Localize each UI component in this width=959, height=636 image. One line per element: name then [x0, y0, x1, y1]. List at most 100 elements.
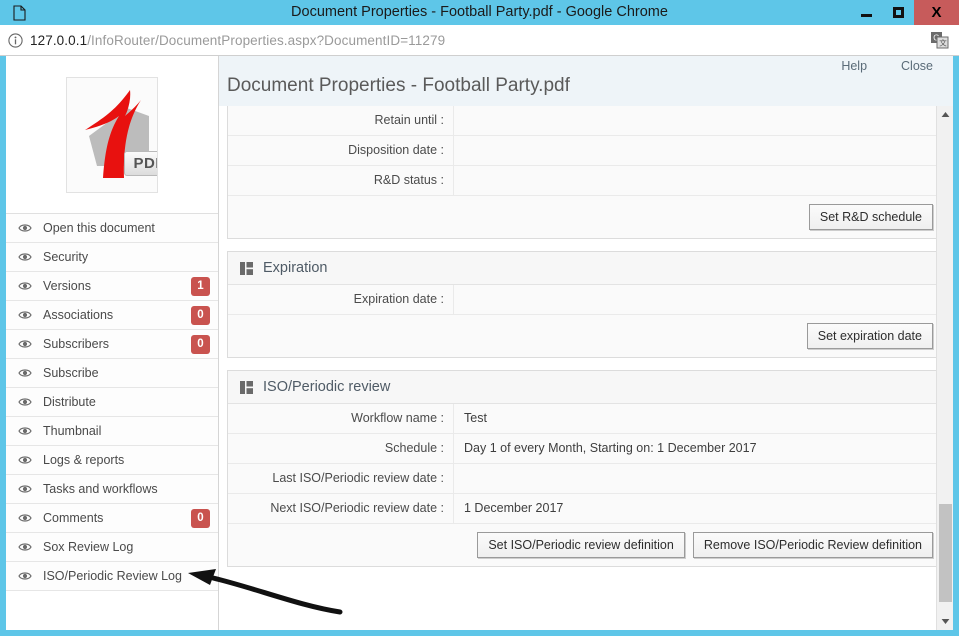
- sidebar-item-associations[interactable]: Associations 0: [6, 301, 218, 330]
- url-path: /InfoRouter/DocumentProperties.aspx?Docu…: [87, 32, 446, 48]
- main-content: Help Close Document Properties - Footbal…: [219, 56, 953, 630]
- sidebar-item-label: Versions: [43, 279, 91, 293]
- row-label: R&D status :: [228, 166, 454, 195]
- web-page: PDF Open this document Security: [6, 56, 953, 630]
- sidebar-item-label: Thumbnail: [43, 424, 102, 438]
- sidebar-item-open-this-document[interactable]: Open this document: [6, 214, 218, 243]
- translate-icon[interactable]: G 文: [930, 31, 949, 54]
- row-label: Schedule :: [228, 434, 454, 463]
- triangle-down-icon[interactable]: [937, 613, 953, 630]
- eye-icon: [18, 542, 32, 552]
- table-row: Next ISO/Periodic review date : 1 Decemb…: [228, 494, 943, 524]
- info-circle-icon[interactable]: [0, 32, 30, 48]
- eye-icon: [18, 252, 32, 262]
- sidebar-item-distribute[interactable]: Distribute: [6, 388, 218, 417]
- table-row: R&D status :: [228, 166, 943, 196]
- sidebar-item-label: Subscribers: [43, 337, 109, 351]
- table-row: Retain until :: [228, 106, 943, 136]
- sidebar-item-label: Open this document: [43, 221, 155, 235]
- eye-icon: [18, 223, 32, 233]
- sidebar-item-badge: 1: [191, 276, 210, 296]
- eye-icon: [18, 455, 32, 465]
- panel-actions: Set ISO/Periodic review definition Remov…: [228, 524, 943, 566]
- eye-icon: [18, 513, 32, 523]
- document-thumbnail[interactable]: PDF: [6, 56, 218, 214]
- minimize-button[interactable]: [850, 2, 882, 23]
- sidebar-item-label: Logs & reports: [43, 453, 125, 467]
- row-label: Expiration date :: [228, 285, 454, 314]
- panel-actions: Set expiration date: [228, 315, 943, 357]
- table-row: Workflow name : Test: [228, 404, 943, 434]
- row-label: Retain until :: [228, 106, 454, 135]
- triangle-up-icon[interactable]: [937, 106, 953, 123]
- sidebar-item-iso-periodic-review-log[interactable]: ISO/Periodic Review Log: [6, 562, 218, 591]
- url-text[interactable]: 127.0.0.1/InfoRouter/DocumentProperties.…: [30, 33, 445, 48]
- row-label: Workflow name :: [228, 404, 454, 433]
- row-value: [454, 285, 943, 314]
- sidebar-item-logs-reports[interactable]: Logs & reports: [6, 446, 218, 475]
- sidebar-item-tasks-and-workflows[interactable]: Tasks and workflows: [6, 475, 218, 504]
- sidebar-item-versions[interactable]: Versions 1: [6, 272, 218, 301]
- panel-title: ISO/Periodic review: [263, 379, 391, 395]
- sidebar-item-label: Sox Review Log: [43, 540, 134, 554]
- panel-expiration: Expiration Expiration date : Set expirat…: [227, 251, 944, 358]
- sidebar-item-comments[interactable]: Comments 0: [6, 504, 218, 533]
- sidebar-item-thumbnail[interactable]: Thumbnail: [6, 417, 218, 446]
- sidebar-item-label: ISO/Periodic Review Log: [43, 569, 182, 583]
- sidebar-item-label: Associations: [43, 308, 114, 322]
- sidebar-item-label: Subscribe: [43, 366, 99, 380]
- row-value: Day 1 of every Month, Starting on: 1 Dec…: [454, 434, 943, 463]
- panel-header-iso-review: ISO/Periodic review: [228, 371, 943, 404]
- close-window-button[interactable]: X: [914, 0, 959, 25]
- title-bar: Document Properties - Football Party.pdf…: [0, 0, 959, 25]
- panel-grid-icon: [240, 261, 253, 275]
- sidebar-item-label: Comments: [43, 511, 104, 525]
- eye-icon: [18, 310, 32, 320]
- sidebar-item-label: Distribute: [43, 395, 96, 409]
- row-value: [454, 136, 943, 165]
- url-host: 127.0.0.1: [30, 32, 88, 48]
- page-header: Help Close Document Properties - Footbal…: [219, 56, 953, 106]
- window-controls: X: [850, 0, 959, 25]
- eye-icon: [18, 281, 32, 291]
- header-links: Help Close: [841, 59, 933, 73]
- help-link[interactable]: Help: [841, 59, 867, 73]
- eye-icon: [18, 368, 32, 378]
- address-bar[interactable]: 127.0.0.1/InfoRouter/DocumentProperties.…: [0, 25, 959, 56]
- eye-icon: [18, 484, 32, 494]
- set-rd-schedule-button[interactable]: Set R&D schedule: [808, 204, 933, 230]
- sidebar-item-label: Tasks and workflows: [43, 482, 158, 496]
- set-expiration-date-button[interactable]: Set expiration date: [806, 323, 933, 349]
- sidebar-item-subscribers[interactable]: Subscribers 0: [6, 330, 218, 359]
- window-title: Document Properties - Football Party.pdf…: [291, 4, 668, 20]
- row-value: 1 December 2017: [454, 494, 943, 523]
- remove-iso-review-definition-button[interactable]: Remove ISO/Periodic Review definition: [692, 532, 933, 558]
- sidebar-item-security[interactable]: Security: [6, 243, 218, 272]
- row-label: Disposition date :: [228, 136, 454, 165]
- sidebar: PDF Open this document Security: [6, 56, 219, 630]
- scroll-content: Retain until : Disposition date : R&D st…: [219, 106, 953, 630]
- maximize-button[interactable]: [882, 2, 914, 23]
- browser-window: Document Properties - Football Party.pdf…: [0, 0, 959, 636]
- page-title: Document Properties - Football Party.pdf: [227, 75, 570, 96]
- sidebar-item-subscribe[interactable]: Subscribe: [6, 359, 218, 388]
- eye-icon: [18, 426, 32, 436]
- panel-grid-icon: [240, 380, 253, 394]
- row-value: Test: [454, 404, 943, 433]
- sidebar-item-badge: 0: [191, 508, 210, 528]
- panel-actions: Set R&D schedule: [228, 196, 943, 238]
- sidebar-item-label: Security: [43, 250, 89, 264]
- eye-icon: [18, 397, 32, 407]
- scrollbar-thumb[interactable]: [939, 504, 952, 602]
- eye-icon: [18, 571, 32, 581]
- vertical-scrollbar[interactable]: [936, 106, 953, 630]
- eye-icon: [18, 339, 32, 349]
- pdf-badge: PDF: [123, 150, 157, 176]
- close-link[interactable]: Close: [901, 59, 933, 73]
- row-value: [454, 464, 943, 493]
- sidebar-item-sox-review-log[interactable]: Sox Review Log: [6, 533, 218, 562]
- table-row: Last ISO/Periodic review date :: [228, 464, 943, 494]
- row-label: Next ISO/Periodic review date :: [228, 494, 454, 523]
- panel-title: Expiration: [263, 260, 328, 276]
- set-iso-review-definition-button[interactable]: Set ISO/Periodic review definition: [477, 532, 685, 558]
